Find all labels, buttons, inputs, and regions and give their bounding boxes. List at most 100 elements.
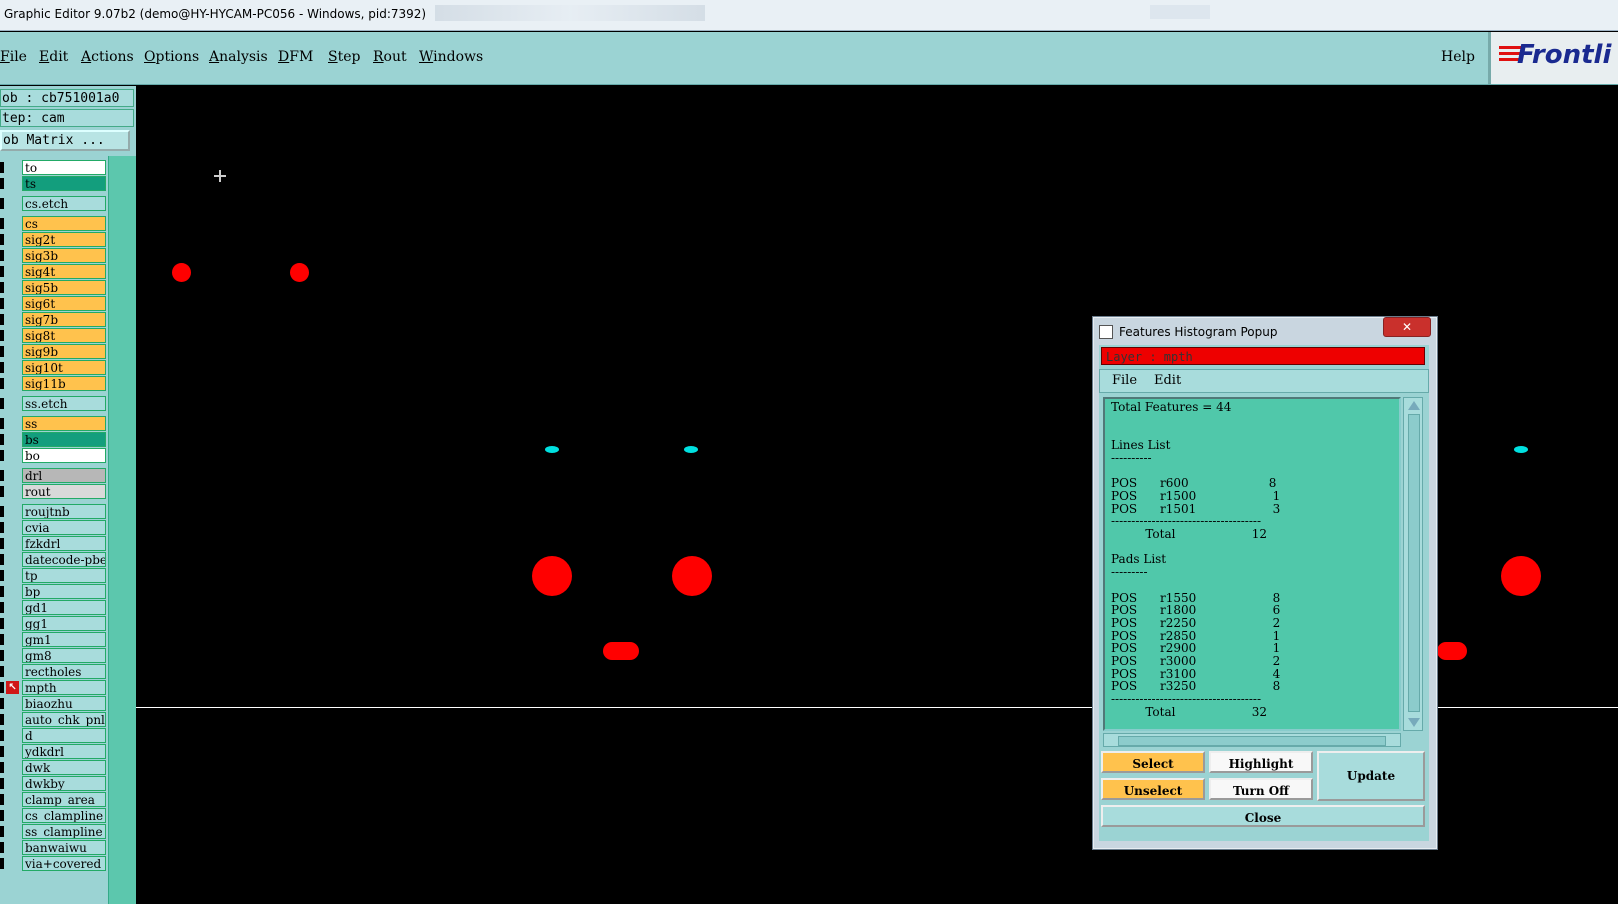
- layer-row[interactable]: sig7b: [0, 312, 108, 327]
- layer-toggle[interactable]: [0, 698, 4, 709]
- layer-toggle[interactable]: [0, 378, 4, 389]
- layer-row[interactable]: via+covered: [0, 856, 108, 871]
- layer-row[interactable]: rout: [0, 484, 108, 499]
- highlight-button[interactable]: Highlight: [1209, 751, 1313, 773]
- job-matrix-button[interactable]: ob Matrix ...: [0, 130, 130, 151]
- close-button[interactable]: Close: [1101, 805, 1425, 827]
- menu-edit[interactable]: Edit: [39, 49, 68, 65]
- layer-row[interactable]: banwaiwu: [0, 840, 108, 855]
- layer-toggle[interactable]: [0, 330, 4, 341]
- layer-row[interactable]: ss.etch: [0, 396, 108, 411]
- layer-toggle[interactable]: [0, 162, 4, 173]
- layer-row[interactable]: sig2t: [0, 232, 108, 247]
- layer-row[interactable]: ↖ mpth: [0, 680, 108, 695]
- layer-row[interactable]: ss_clampline: [0, 824, 108, 839]
- layer-toggle[interactable]: [0, 218, 4, 229]
- layer-toggle[interactable]: [0, 538, 4, 549]
- layer-toggle[interactable]: [0, 634, 4, 645]
- layer-row[interactable]: drl: [0, 468, 108, 483]
- layer-toggle[interactable]: [0, 858, 4, 869]
- popup-menu-file[interactable]: File: [1112, 373, 1137, 388]
- layer-row[interactable]: bo: [0, 448, 108, 463]
- close-window-button[interactable]: ✕: [1383, 317, 1431, 337]
- layer-toggle[interactable]: [0, 554, 4, 565]
- menu-step[interactable]: Step: [328, 49, 360, 65]
- menu-options[interactable]: Options: [144, 49, 199, 65]
- layer-row[interactable]: gm8: [0, 648, 108, 663]
- layer-toggle[interactable]: [0, 682, 4, 693]
- layer-toggle[interactable]: [0, 178, 4, 189]
- layer-row[interactable]: to: [0, 160, 108, 175]
- layer-toggle[interactable]: [0, 398, 4, 409]
- layer-row[interactable]: ss: [0, 416, 108, 431]
- layer-row[interactable]: biaozhu: [0, 696, 108, 711]
- layer-toggle[interactable]: [0, 778, 4, 789]
- layer-row[interactable]: tp: [0, 568, 108, 583]
- layer-list-scroll-strip[interactable]: [108, 156, 137, 904]
- layer-toggle[interactable]: [0, 650, 4, 661]
- layer-row[interactable]: ydkdrl: [0, 744, 108, 759]
- layer-toggle[interactable]: [0, 362, 4, 373]
- layer-toggle[interactable]: [0, 810, 4, 821]
- layer-row[interactable]: sig8t: [0, 328, 108, 343]
- layer-row[interactable]: cs: [0, 216, 108, 231]
- layer-toggle[interactable]: [0, 346, 4, 357]
- layer-toggle[interactable]: [0, 826, 4, 837]
- histogram-list[interactable]: Total Features = 44 Lines List ---------…: [1103, 397, 1401, 731]
- vertical-scrollbar[interactable]: [1403, 397, 1423, 731]
- layer-row[interactable]: sig9b: [0, 344, 108, 359]
- vertical-scroll-thumb[interactable]: [1408, 414, 1420, 712]
- layer-toggle[interactable]: [0, 198, 4, 209]
- layer-toggle[interactable]: [0, 434, 4, 445]
- layer-toggle[interactable]: [0, 618, 4, 629]
- layer-row[interactable]: cvia: [0, 520, 108, 535]
- layer-toggle[interactable]: [0, 470, 4, 481]
- layer-row[interactable]: sig4t: [0, 264, 108, 279]
- layer-row[interactable]: gd1: [0, 600, 108, 615]
- layer-row[interactable]: fzkdrl: [0, 536, 108, 551]
- scroll-up-arrow-icon[interactable]: [1408, 401, 1420, 410]
- layer-row[interactable]: sig3b: [0, 248, 108, 263]
- turn-off-button[interactable]: Turn Off: [1209, 778, 1313, 800]
- layer-toggle[interactable]: [0, 842, 4, 853]
- layer-row[interactable]: rectholes: [0, 664, 108, 679]
- horizontal-scrollbar[interactable]: [1103, 733, 1401, 747]
- layer-toggle[interactable]: [0, 298, 4, 309]
- select-button[interactable]: Select: [1101, 751, 1205, 773]
- layer-row[interactable]: cs_clampline: [0, 808, 108, 823]
- layer-row[interactable]: clamp_area: [0, 792, 108, 807]
- menu-actions[interactable]: Actions: [81, 49, 134, 65]
- layer-row[interactable]: sig10t: [0, 360, 108, 375]
- popup-menu-edit[interactable]: Edit: [1154, 373, 1181, 388]
- layer-toggle[interactable]: [0, 746, 4, 757]
- layer-toggle[interactable]: [0, 282, 4, 293]
- layer-row[interactable]: ts: [0, 176, 108, 191]
- layer-toggle[interactable]: [0, 794, 4, 805]
- layer-row[interactable]: auto_chk_pnl: [0, 712, 108, 727]
- layer-toggle[interactable]: [0, 314, 4, 325]
- layer-row[interactable]: dwkby: [0, 776, 108, 791]
- layer-toggle[interactable]: [0, 714, 4, 725]
- layer-toggle[interactable]: [0, 486, 4, 497]
- layer-toggle[interactable]: [0, 730, 4, 741]
- layer-toggle[interactable]: [0, 522, 4, 533]
- layer-row[interactable]: sig11b: [0, 376, 108, 391]
- layer-row[interactable]: cs.etch: [0, 196, 108, 211]
- menu-dfm[interactable]: DFM: [278, 49, 313, 65]
- layer-toggle[interactable]: [0, 602, 4, 613]
- layer-row[interactable]: bs: [0, 432, 108, 447]
- layer-row[interactable]: datecode-pbe: [0, 552, 108, 567]
- scroll-down-arrow-icon[interactable]: [1408, 718, 1420, 727]
- layer-row[interactable]: roujtnb: [0, 504, 108, 519]
- layer-toggle[interactable]: [0, 666, 4, 677]
- layer-row[interactable]: dwk: [0, 760, 108, 775]
- menu-windows[interactable]: Windows: [419, 49, 483, 65]
- layer-toggle[interactable]: [0, 506, 4, 517]
- layer-toggle[interactable]: [0, 266, 4, 277]
- layer-toggle[interactable]: [0, 570, 4, 581]
- menu-rout[interactable]: Rout: [373, 49, 407, 65]
- update-button[interactable]: Update: [1317, 751, 1425, 801]
- layer-toggle[interactable]: [0, 450, 4, 461]
- menu-analysis[interactable]: Analysis: [209, 49, 268, 65]
- layer-toggle[interactable]: [0, 234, 4, 245]
